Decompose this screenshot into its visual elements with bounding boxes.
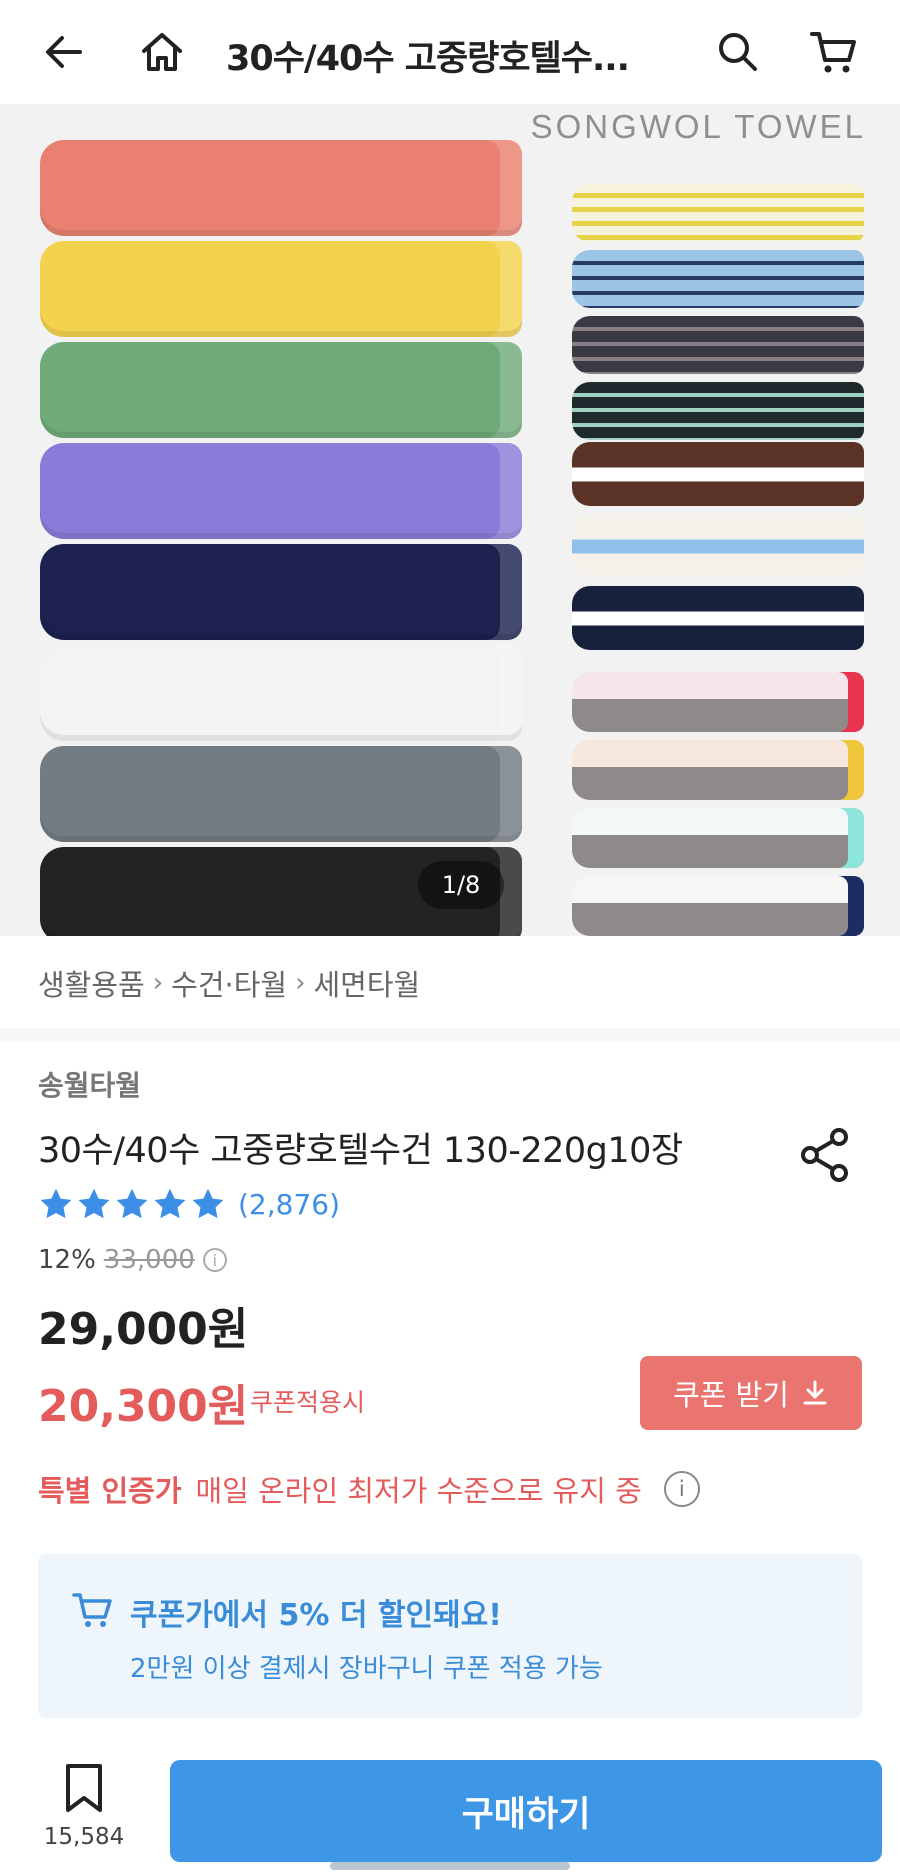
- info-icon[interactable]: i: [202, 1248, 227, 1272]
- download-icon: [803, 1380, 827, 1405]
- home-indicator: [330, 1862, 570, 1870]
- notice-subtitle: 2만원 이상 결제시 장바구니 쿠폰 적용 가능: [130, 1654, 603, 1684]
- breadcrumb-item[interactable]: 생활용품: [38, 962, 145, 1004]
- product-name: 30수/40수 고중량호텔수건 130-220g10장: [38, 1131, 683, 1171]
- top-app-bar: 30수/40수 고중량호텔수...: [0, 0, 900, 104]
- star-icon: [116, 1188, 148, 1219]
- page-title: 30수/40수 고중량호텔수...: [226, 39, 630, 79]
- sale-price: 29,000원: [38, 1304, 249, 1355]
- color-band-towels-image: [572, 672, 864, 936]
- star-icon: [40, 1188, 72, 1219]
- special-price-banner: 특별 인증가 매일 온라인 최저가 수준으로 유지 중 i: [38, 1468, 700, 1510]
- chevron-right-icon: ›: [152, 968, 164, 998]
- coupon-button-label: 쿠폰 받기: [673, 1378, 789, 1412]
- bookmark-icon: [66, 1764, 102, 1812]
- home-icon[interactable]: [132, 22, 192, 82]
- cart-icon[interactable]: [804, 22, 864, 82]
- coupon-notice-box: 쿠폰가에서 5% 더 할인돼요! 2만원 이상 결제시 장바구니 쿠폰 적용 가…: [38, 1554, 862, 1718]
- star-icon: [78, 1188, 110, 1219]
- breadcrumb: 생활용품 › 수건·타월 › 세면타월: [38, 962, 420, 1004]
- star-icon: [192, 1188, 224, 1219]
- get-coupon-button[interactable]: 쿠폰 받기: [640, 1356, 862, 1430]
- folded-towel: [40, 645, 522, 741]
- breadcrumb-item[interactable]: 수건·타월: [171, 962, 287, 1004]
- seller-name[interactable]: 송월타월: [38, 1064, 141, 1104]
- breadcrumb-item[interactable]: 세면타월: [314, 962, 421, 1004]
- notice-title: 쿠폰가에서 5% 더 할인돼요!: [130, 1598, 502, 1633]
- section-divider: [0, 1028, 900, 1042]
- towel-stack-image: [40, 140, 522, 936]
- striped-towels-image: [572, 184, 864, 448]
- coupon-note: 쿠폰적용시: [250, 1388, 366, 1417]
- folded-towel: [40, 544, 522, 640]
- bookmark-button[interactable]: 15,584: [40, 1762, 128, 1868]
- image-counter: 1/8: [418, 861, 504, 909]
- bookmark-count: 15,584: [43, 1824, 125, 1850]
- buy-button[interactable]: 구매하기: [170, 1760, 882, 1862]
- discount-line: 12% 33,000 i: [38, 1245, 227, 1275]
- cart-icon: [72, 1593, 112, 1627]
- product-image-carousel[interactable]: SONGWOL TOWEL 1/8: [0, 104, 900, 936]
- info-icon[interactable]: i: [663, 1471, 700, 1507]
- discount-rate: 12%: [38, 1245, 96, 1275]
- folded-towel: [40, 241, 522, 337]
- special-price-title: 특별 인증가: [38, 1474, 182, 1508]
- original-price: 33,000: [103, 1245, 195, 1275]
- star-icon: [154, 1188, 186, 1219]
- folded-towel: [40, 140, 522, 236]
- folded-towel: [40, 342, 522, 438]
- share-icon[interactable]: [792, 1122, 858, 1188]
- chevron-right-icon: ›: [295, 968, 306, 998]
- brand-watermark: SONGWOL TOWEL: [530, 108, 866, 145]
- arrow-left-icon[interactable]: [34, 22, 94, 82]
- special-price-desc: 매일 온라인 최저가 수준으로 유지 중: [195, 1474, 642, 1508]
- coupon-price: 20,300원: [38, 1381, 249, 1432]
- folded-towel: [40, 746, 522, 842]
- search-icon[interactable]: [708, 22, 768, 82]
- folded-towel: [40, 443, 522, 539]
- review-count[interactable]: (2,876): [238, 1188, 340, 1221]
- rating[interactable]: (2,876): [38, 1186, 340, 1222]
- check-towels-image: [572, 442, 864, 658]
